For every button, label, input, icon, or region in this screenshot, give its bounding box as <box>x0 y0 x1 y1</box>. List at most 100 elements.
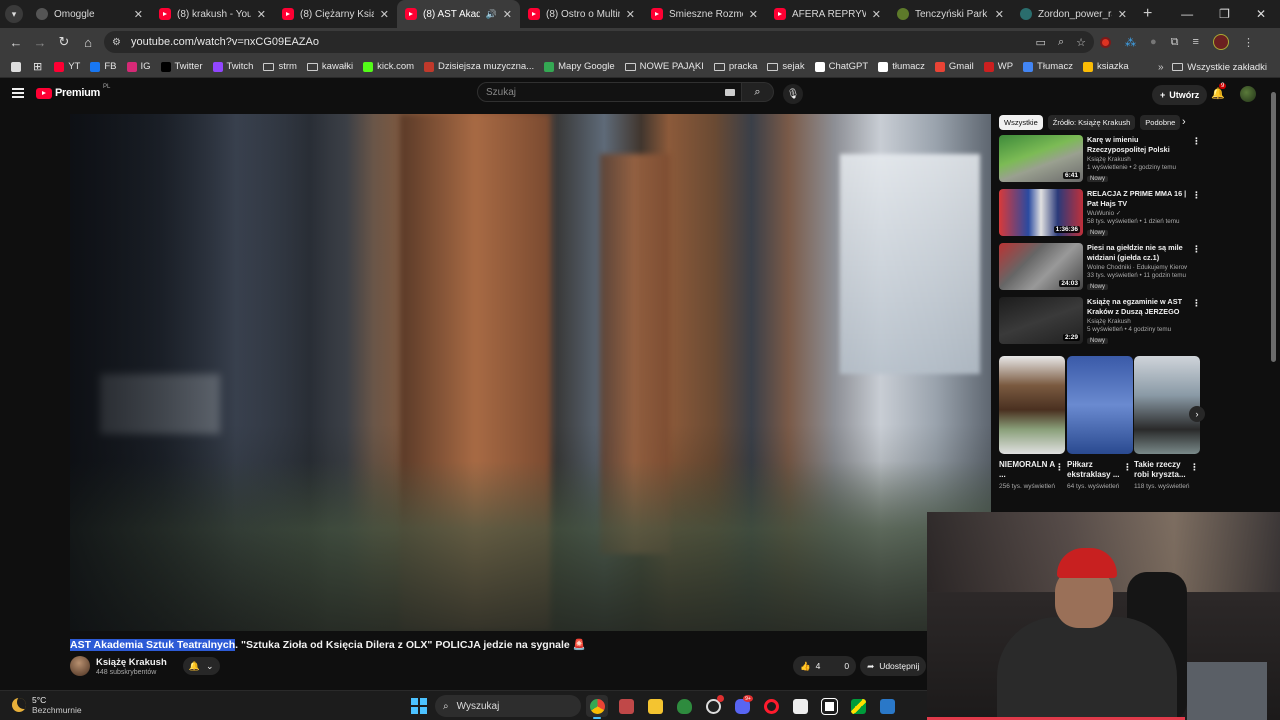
video-thumbnail[interactable]: 1:36:36 <box>999 189 1083 236</box>
short-thumbnail[interactable] <box>1134 356 1200 454</box>
video-thumbnail[interactable]: 6:41 <box>999 135 1083 182</box>
more-options-icon[interactable]: ⋮ <box>1192 244 1201 255</box>
search-button[interactable]: ⌕ <box>742 82 774 102</box>
more-bookmarks-chevron-icon[interactable]: » <box>1158 56 1164 78</box>
sidepanel-icon[interactable] <box>6 61 26 72</box>
more-options-icon[interactable]: ⋮ <box>1192 298 1201 309</box>
weather-widget[interactable]: 5°C Bezchmurnie <box>12 695 82 715</box>
short-video[interactable]: Piłkarz ekstraklasy ... 64 tys. wyświetle… <box>1067 356 1133 492</box>
brazil-flag-app-icon[interactable] <box>847 695 869 717</box>
obs-icon[interactable] <box>702 695 724 717</box>
bookmark-item[interactable]: pracka <box>709 61 763 72</box>
site-info-icon[interactable]: ⚙ <box>112 37 121 48</box>
extension-icon[interactable]: ● <box>1150 36 1157 48</box>
browser-tab[interactable]: (8) Ciężarny Ksiądz E ✕ <box>274 0 397 28</box>
bookmark-item[interactable]: ksiazka <box>1078 61 1134 72</box>
close-tab-icon[interactable]: ✕ <box>134 8 143 21</box>
translate-extension-icon[interactable]: ⁂ <box>1125 36 1136 49</box>
browser-tab[interactable]: Zordon_power_rang ✕ <box>1012 0 1135 28</box>
video-player[interactable] <box>70 114 991 631</box>
page-scrollbar[interactable] <box>1271 92 1276 362</box>
channel-name[interactable]: Książę Krakush <box>96 657 167 668</box>
browser-tab[interactable]: (8) AST Akademia 🔊 ✕ <box>397 0 520 28</box>
search-input[interactable]: Szukaj <box>477 82 742 102</box>
calculator-icon[interactable] <box>876 695 898 717</box>
bookmark-item[interactable]: kick.com <box>358 61 419 72</box>
short-title[interactable]: Takie rzeczy robi kryszta... <box>1134 460 1190 480</box>
cast-icon[interactable]: ▭ <box>1036 36 1046 49</box>
minimize-icon[interactable]: — <box>1181 7 1193 21</box>
shield-app-icon[interactable] <box>673 695 695 717</box>
back-arrow-icon[interactable]: ← <box>4 35 28 50</box>
zoom-icon[interactable]: ⌕ <box>1058 36 1064 49</box>
opera-icon[interactable] <box>760 695 782 717</box>
video-channel[interactable]: Książę Krakush <box>1087 156 1187 163</box>
video-thumbnail[interactable]: 2:29 <box>999 297 1083 344</box>
more-options-icon[interactable]: ⋮ <box>1192 190 1201 201</box>
more-options-icon[interactable]: ⋮ <box>1123 462 1132 473</box>
home-icon[interactable]: ⌂ <box>76 35 100 50</box>
short-title[interactable]: Piłkarz ekstraklasy ... <box>1067 460 1123 480</box>
browser-tab[interactable]: Omoggle ✕ <box>28 0 151 28</box>
browser-tab[interactable]: (8) krakush - YouTube ✕ <box>151 0 274 28</box>
close-tab-icon[interactable]: ✕ <box>503 8 512 21</box>
recommended-video[interactable]: 2:29 Książę na egzaminie w AST Kraków z D… <box>999 297 1201 347</box>
bookmark-item[interactable]: Tłumacz <box>1018 61 1078 72</box>
recommended-video[interactable]: 1:36:36 RELACJA Z PRIME MMA 16 | Pat Hajs… <box>999 189 1201 239</box>
video-title[interactable]: Książę na egzaminie w AST Kraków z Duszą… <box>1087 297 1187 316</box>
chrome-icon[interactable] <box>586 695 608 719</box>
address-bar[interactable]: ⚙ youtube.com/watch?v=nxCG09EAZAo ▭ ⌕ ☆ <box>104 31 1094 53</box>
bookmark-item[interactable]: IG <box>122 61 156 72</box>
video-channel[interactable]: WuWunio ✓ <box>1087 210 1187 217</box>
photo-app-icon[interactable] <box>615 695 637 717</box>
dislike-count[interactable]: 0 <box>844 661 849 671</box>
filter-chip[interactable]: Źródło: Książę Krakush <box>1047 115 1136 130</box>
browser-tab[interactable]: (8) Ostro o Multim # ✕ <box>520 0 643 28</box>
bookmark-star-icon[interactable]: ☆ <box>1076 36 1086 49</box>
short-video[interactable]: Takie rzeczy robi kryszta... 118 tys. wyś… <box>1134 356 1200 492</box>
share-button[interactable]: ➦ Udostępnij <box>860 656 927 676</box>
profile-avatar[interactable] <box>1212 34 1229 50</box>
file-explorer-icon[interactable] <box>644 695 666 717</box>
close-tab-icon[interactable]: ✕ <box>626 8 635 21</box>
channel-avatar[interactable] <box>70 656 90 676</box>
keyboard-icon[interactable] <box>725 89 735 96</box>
media-controls-icon[interactable]: ≡ <box>1193 36 1199 48</box>
forward-arrow-icon[interactable]: → <box>28 35 52 50</box>
bookmark-item[interactable]: strm <box>258 61 301 72</box>
new-tab-plus-icon[interactable]: + <box>1143 5 1152 23</box>
more-options-icon[interactable]: ⋮ <box>1055 462 1064 473</box>
recommended-video[interactable]: 24:03 Piesi na giełdzie nie są mile widzi… <box>999 243 1201 293</box>
bookmark-item[interactable]: kawałki <box>302 61 358 72</box>
speaker-icon[interactable]: 🔊 <box>486 9 497 20</box>
close-tab-icon[interactable]: ✕ <box>872 8 881 21</box>
video-title[interactable]: Piesi na giełdzie nie są mile widziani (… <box>1087 243 1187 262</box>
discord-icon[interactable]: 9+ <box>731 695 753 717</box>
short-thumbnail[interactable] <box>1067 356 1133 454</box>
bookmark-item[interactable]: Gmail <box>930 61 979 72</box>
chips-next-chevron-icon[interactable]: › <box>1182 116 1186 128</box>
bookmark-item[interactable]: YT <box>49 61 85 72</box>
video-channel[interactable]: Książę Krakush <box>1087 318 1187 325</box>
bookmark-item[interactable]: NOWE PAJĄKI <box>620 61 709 72</box>
account-avatar[interactable] <box>1240 86 1256 102</box>
bookmark-item[interactable]: Twitter <box>156 61 208 72</box>
filter-chip[interactable]: Wszystkie <box>999 115 1043 130</box>
tab-search-chevron-icon[interactable]: ▾ <box>5 5 23 23</box>
all-bookmarks-button[interactable]: Wszystkie zakładki <box>1167 62 1272 73</box>
bookmark-item[interactable]: sejak <box>762 61 809 72</box>
video-title[interactable]: RELACJA Z PRIME MMA 16 | Pat Hajs TV <box>1087 189 1187 208</box>
puzzle-extensions-icon[interactable]: ⧉ <box>1171 36 1179 49</box>
notes-app-icon[interactable] <box>789 695 811 717</box>
windows-start-icon[interactable] <box>411 698 427 714</box>
video-title[interactable]: Karę w imieniu Rzeczypospolitej Polski o… <box>1087 135 1187 154</box>
browser-tab[interactable]: AFERA REPRYWATYZ ✕ <box>766 0 889 28</box>
close-window-icon[interactable]: ✕ <box>1256 7 1266 21</box>
bookmark-item[interactable]: Mapy Google <box>539 61 620 72</box>
close-tab-icon[interactable]: ✕ <box>380 8 389 21</box>
restore-icon[interactable]: ❐ <box>1219 7 1230 21</box>
bookmark-item[interactable]: WP <box>979 61 1018 72</box>
voice-search-mic-icon[interactable]: 🎙 <box>783 84 803 104</box>
monitor-app-icon[interactable] <box>818 695 840 717</box>
bookmark-item[interactable]: Dzisiejsza muzyczna... <box>419 61 539 72</box>
